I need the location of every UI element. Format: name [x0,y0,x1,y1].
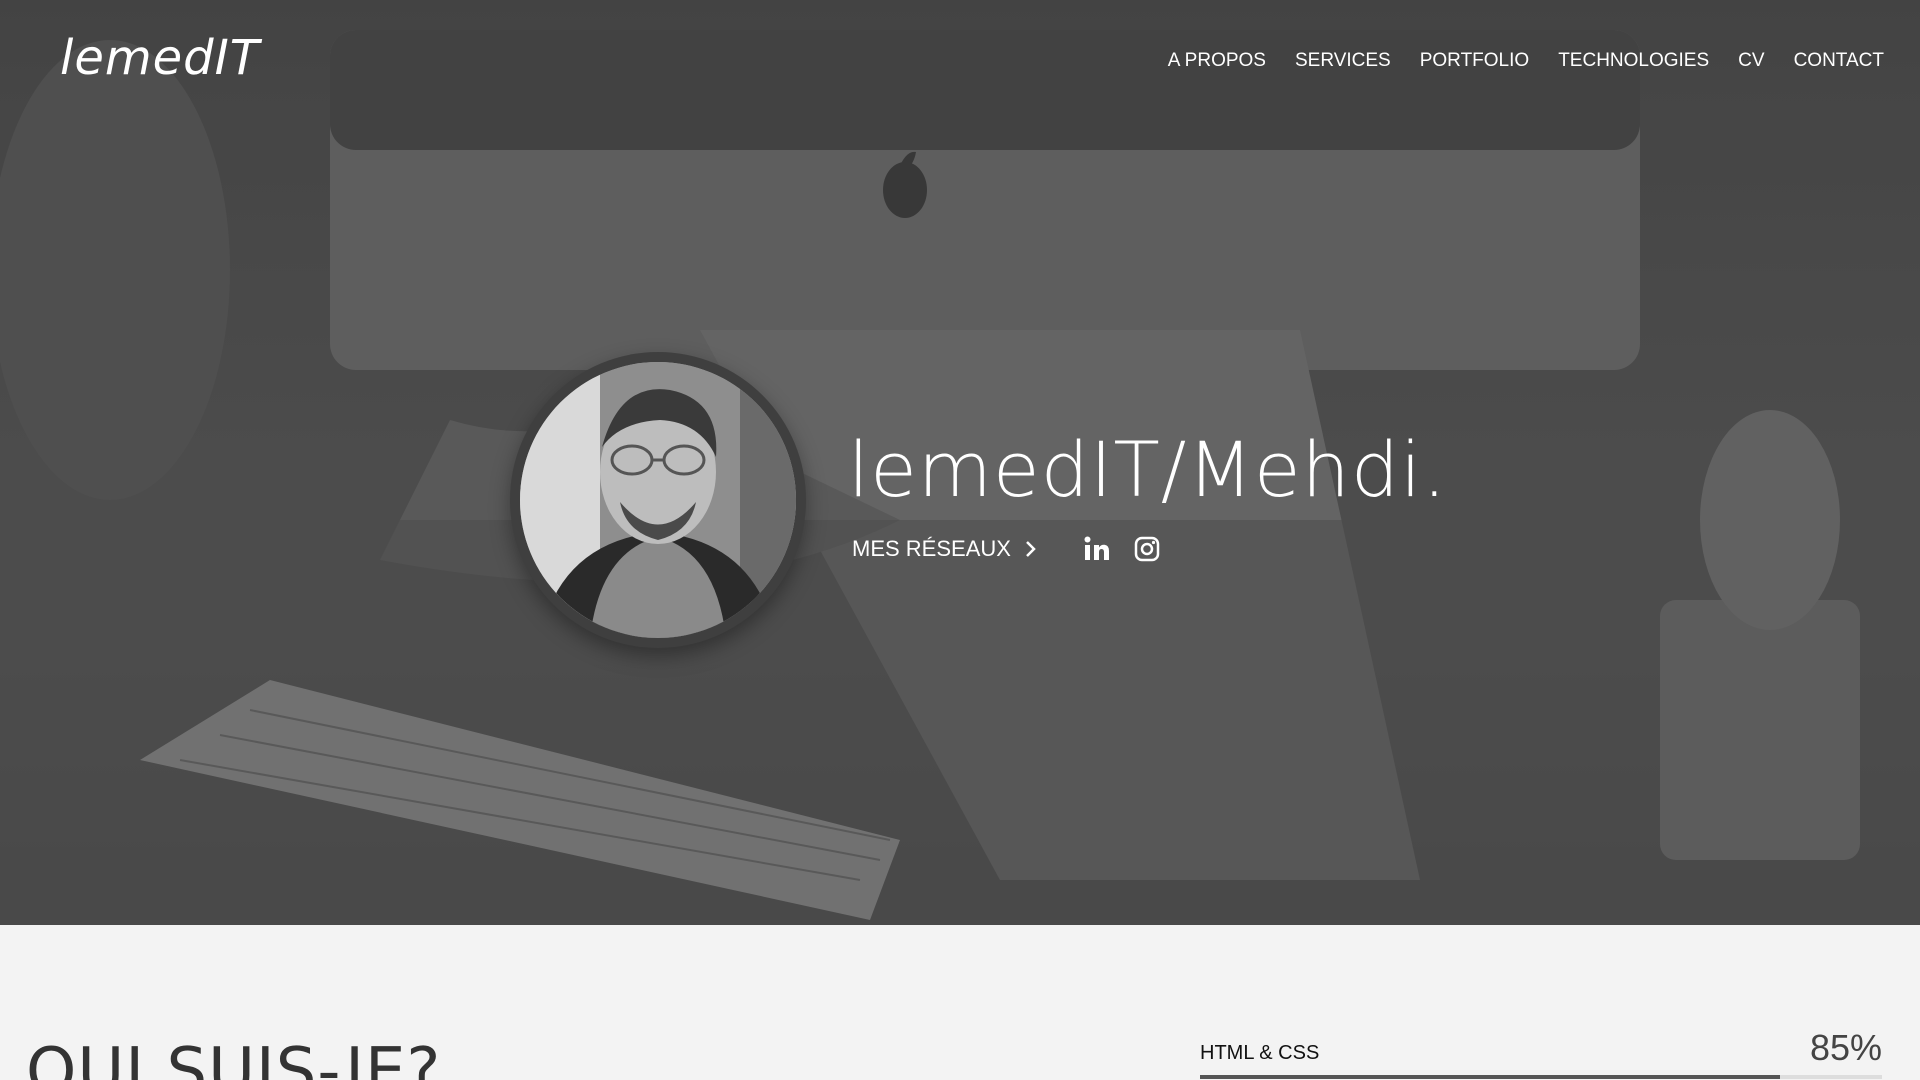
site-logo[interactable]: lemedIT [60,30,260,86]
nav-link-portfolio[interactable]: PORTFOLIO [1420,50,1529,72]
mes-reseaux-label: MES RÉSEAUX [852,536,1011,561]
social-row: MES RÉSEAUX [852,535,1161,563]
hero-section: lemedIT A PROPOS SERVICES PORTFOLIO TECH… [0,0,1920,925]
skill-progress-fill [1200,1075,1780,1079]
mes-reseaux-link[interactable]: MES RÉSEAUX [852,536,1045,562]
nav-link-contact[interactable]: CONTACT [1794,50,1884,72]
hero-title: lemedIT/Mehdi. [848,425,1448,514]
nav-link-a-propos[interactable]: A PROPOS [1168,50,1266,72]
instagram-icon[interactable] [1133,535,1161,563]
skill-progress-bar [1200,1075,1882,1079]
about-section: QUI SUIS-JE? HTML & CSS 85% [0,925,1920,1080]
main-nav: A PROPOS SERVICES PORTFOLIO TECHNOLOGIES… [1168,50,1884,72]
nav-link-services[interactable]: SERVICES [1295,50,1391,72]
skill-value: 85% [1809,1027,1882,1068]
nav-link-technologies[interactable]: TECHNOLOGIES [1558,50,1709,72]
chevron-right-icon [1017,538,1045,560]
skill-name: HTML & CSS [1200,1042,1320,1064]
avatar-photo [520,362,796,638]
linkedin-icon[interactable] [1083,535,1111,563]
about-title: QUI SUIS-JE? [26,1035,442,1080]
nav-link-cv[interactable]: CV [1738,50,1764,72]
avatar [510,352,806,648]
